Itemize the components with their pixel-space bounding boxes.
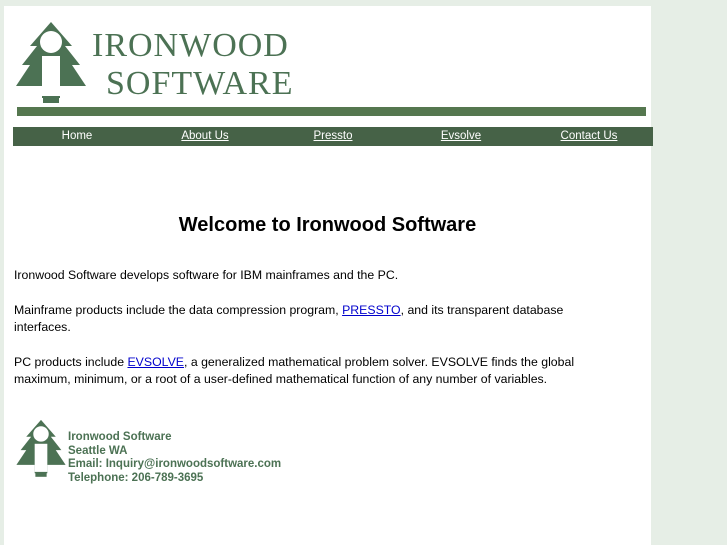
nav-item-evsolve[interactable]: Evsolve (397, 127, 525, 146)
paragraph-intro-text: Ironwood Software develops software for … (14, 268, 399, 282)
wordmark-line-1: IRONWOOD (92, 27, 289, 64)
nav-item-contact-us[interactable]: Contact Us (525, 127, 653, 146)
site-footer: Ironwood Software Seattle WA Email: Inqu… (4, 415, 651, 485)
nav-item-pressto[interactable]: Pressto (269, 127, 397, 146)
paragraph-mainframe-products: Mainframe products include the data comp… (4, 284, 651, 336)
paragraph-pc-products: PC products include EVSOLVE, a generaliz… (4, 336, 651, 388)
pressto-link[interactable]: PRESSTO (342, 303, 401, 317)
paragraph-mainframe-before: Mainframe products include the data comp… (14, 303, 343, 317)
header-divider-rule (17, 107, 646, 116)
footer-telephone: Telephone: 206-789-3695 (68, 471, 204, 484)
footer-location: Seattle WA (68, 444, 128, 457)
footer-company-name: Ironwood Software (68, 431, 172, 443)
footer-contact-block: Ironwood Software Seattle WA Email: Inqu… (68, 431, 281, 485)
site-header: IRONWOOD SOFTWARE (4, 6, 651, 116)
site-wordmark: IRONWOOD SOFTWARE (92, 27, 512, 103)
main-content: Welcome to Ironwood Software Ironwood So… (4, 151, 651, 388)
wordmark-line-2: SOFTWARE (106, 65, 294, 102)
paragraph-pc-before: PC products include (14, 355, 128, 369)
main-navigation: Home About Us Pressto Evsolve Contact Us (4, 127, 653, 146)
footer-pine-tree-i-logo-icon (15, 418, 67, 478)
evsolve-link[interactable]: EVSOLVE (127, 355, 184, 369)
nav-item-home[interactable]: Home (13, 127, 141, 146)
page-title: Welcome to Ironwood Software (178, 214, 477, 236)
page-root: IRONWOOD SOFTWARE Home About Us Pressto … (0, 0, 727, 545)
pine-tree-i-logo-icon (14, 20, 88, 104)
content-frame: IRONWOOD SOFTWARE Home About Us Pressto … (4, 6, 653, 545)
nav-item-about-us[interactable]: About Us (141, 127, 269, 146)
paragraph-intro: Ironwood Software develops software for … (4, 237, 651, 284)
footer-email: Email: Inquiry@ironwoodsoftware.com (68, 458, 282, 470)
